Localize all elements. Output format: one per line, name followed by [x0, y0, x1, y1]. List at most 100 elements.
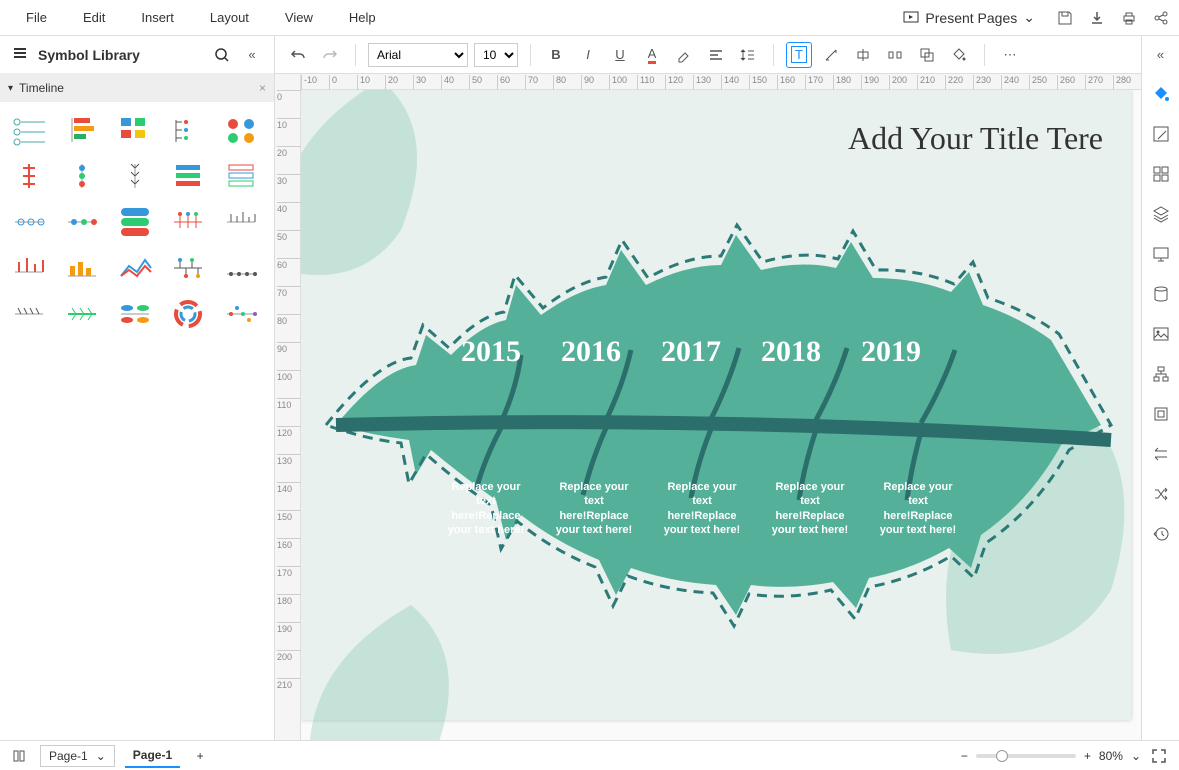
- transform-panel-icon[interactable]: [1149, 442, 1173, 466]
- menu-insert[interactable]: Insert: [123, 10, 192, 25]
- presentation-panel-icon[interactable]: [1149, 242, 1173, 266]
- timeline-descriptions[interactable]: Replace your text here!Replace your text…: [441, 480, 963, 537]
- leaf-timeline-shape[interactable]: [321, 190, 1111, 660]
- search-icon[interactable]: [212, 45, 232, 65]
- timeline-years[interactable]: 2015 2016 2017 2018 2019: [461, 335, 921, 369]
- shape-align-button[interactable]: [850, 42, 876, 68]
- menu-edit[interactable]: Edit: [65, 10, 123, 25]
- zoom-in-button[interactable]: +: [1084, 749, 1091, 763]
- collapse-right-icon[interactable]: «: [1149, 42, 1173, 66]
- download-icon[interactable]: [1087, 8, 1107, 28]
- timeline-shape-23[interactable]: [166, 294, 213, 334]
- timeline-shape-14[interactable]: [219, 202, 266, 242]
- font-color-button[interactable]: A: [639, 42, 665, 68]
- connector-button[interactable]: [818, 42, 844, 68]
- redo-button[interactable]: [317, 42, 343, 68]
- timeline-desc[interactable]: Replace your text here!Replace your text…: [549, 480, 639, 537]
- highlight-button[interactable]: [671, 42, 697, 68]
- align-button[interactable]: [703, 42, 729, 68]
- timeline-shape-20[interactable]: [8, 294, 55, 334]
- underline-button[interactable]: U: [607, 42, 633, 68]
- timeline-shape-5[interactable]: [8, 156, 55, 196]
- year-2015[interactable]: 2015: [461, 335, 521, 369]
- timeline-shape-1[interactable]: [61, 110, 108, 150]
- year-2019[interactable]: 2019: [861, 335, 921, 369]
- distribute-button[interactable]: [882, 42, 908, 68]
- timeline-shape-2[interactable]: [114, 110, 161, 150]
- share-icon[interactable]: [1151, 8, 1171, 28]
- timeline-shape-24[interactable]: [219, 294, 266, 334]
- text-tool-button[interactable]: T: [786, 42, 812, 68]
- shuffle-panel-icon[interactable]: [1149, 482, 1173, 506]
- timeline-desc[interactable]: Replace your text here!Replace your text…: [873, 480, 963, 537]
- grid-panel-icon[interactable]: [1149, 162, 1173, 186]
- add-page-button[interactable]: +: [190, 746, 210, 766]
- symbol-library-panel: Symbol Library « ▾ Timeline ×: [0, 36, 275, 740]
- group-button[interactable]: [914, 42, 940, 68]
- page[interactable]: Add Your Title Tere: [301, 90, 1131, 720]
- history-panel-icon[interactable]: [1149, 522, 1173, 546]
- image-panel-icon[interactable]: [1149, 322, 1173, 346]
- save-icon[interactable]: [1055, 8, 1075, 28]
- page-selector[interactable]: Page-1 ⌄: [40, 745, 115, 767]
- present-pages-button[interactable]: Present Pages ⌄: [895, 5, 1043, 30]
- zoom-slider[interactable]: [976, 754, 1076, 758]
- layers-panel-icon[interactable]: [1149, 202, 1173, 226]
- chevron-down-icon: ⌄: [1023, 9, 1035, 26]
- timeline-shape-0[interactable]: [8, 110, 55, 150]
- font-select[interactable]: Arial: [368, 43, 468, 67]
- year-2017[interactable]: 2017: [661, 335, 721, 369]
- category-header[interactable]: ▾ Timeline ×: [0, 74, 274, 102]
- font-size-select[interactable]: 10: [474, 43, 518, 67]
- timeline-desc[interactable]: Replace your text here!Replace your text…: [765, 480, 855, 537]
- zoom-out-button[interactable]: −: [961, 749, 968, 763]
- timeline-shape-4[interactable]: [219, 110, 266, 150]
- bold-button[interactable]: B: [543, 42, 569, 68]
- menubar: FileEditInsertLayoutViewHelp Present Pag…: [0, 0, 1179, 36]
- line-spacing-button[interactable]: [735, 42, 761, 68]
- timeline-shape-15[interactable]: [8, 248, 55, 288]
- timeline-shape-13[interactable]: [166, 202, 213, 242]
- timeline-shape-21[interactable]: [61, 294, 108, 334]
- timeline-desc[interactable]: Replace your text here!Replace your text…: [657, 480, 747, 537]
- fill-button[interactable]: [946, 42, 972, 68]
- brackets-panel-icon[interactable]: [1149, 402, 1173, 426]
- timeline-shape-22[interactable]: [114, 294, 161, 334]
- fullscreen-icon[interactable]: [1149, 746, 1169, 766]
- timeline-shape-9[interactable]: [219, 156, 266, 196]
- timeline-shape-6[interactable]: [61, 156, 108, 196]
- library-title: Symbol Library: [38, 47, 202, 63]
- menu-layout[interactable]: Layout: [192, 10, 267, 25]
- timeline-shape-19[interactable]: [219, 248, 266, 288]
- timeline-shape-18[interactable]: [166, 248, 213, 288]
- menu-help[interactable]: Help: [331, 10, 394, 25]
- page-title[interactable]: Add Your Title Tere: [848, 120, 1103, 157]
- more-icon[interactable]: ⋯: [997, 42, 1023, 68]
- canvas[interactable]: Add Your Title Tere: [301, 90, 1141, 740]
- org-panel-icon[interactable]: [1149, 362, 1173, 386]
- timeline-shape-11[interactable]: [61, 202, 108, 242]
- timeline-desc[interactable]: Replace your text here!Replace your text…: [441, 480, 531, 537]
- undo-button[interactable]: [285, 42, 311, 68]
- menu-view[interactable]: View: [267, 10, 331, 25]
- database-panel-icon[interactable]: [1149, 282, 1173, 306]
- year-2018[interactable]: 2018: [761, 335, 821, 369]
- timeline-shape-16[interactable]: [61, 248, 108, 288]
- page-tab[interactable]: Page-1: [125, 744, 180, 768]
- timeline-shape-3[interactable]: [166, 110, 213, 150]
- chevron-down-icon[interactable]: ⌄: [1131, 749, 1141, 763]
- timeline-shape-8[interactable]: [166, 156, 213, 196]
- fill-panel-icon[interactable]: [1149, 82, 1173, 106]
- timeline-shape-10[interactable]: [8, 202, 55, 242]
- year-2016[interactable]: 2016: [561, 335, 621, 369]
- timeline-shape-7[interactable]: [114, 156, 161, 196]
- timeline-shape-12[interactable]: [114, 202, 161, 242]
- style-panel-icon[interactable]: [1149, 122, 1173, 146]
- pages-list-icon[interactable]: [10, 746, 30, 766]
- italic-button[interactable]: I: [575, 42, 601, 68]
- close-icon[interactable]: ×: [259, 81, 266, 95]
- collapse-left-icon[interactable]: «: [242, 45, 262, 65]
- menu-file[interactable]: File: [8, 10, 65, 25]
- timeline-shape-17[interactable]: [114, 248, 161, 288]
- print-icon[interactable]: [1119, 8, 1139, 28]
